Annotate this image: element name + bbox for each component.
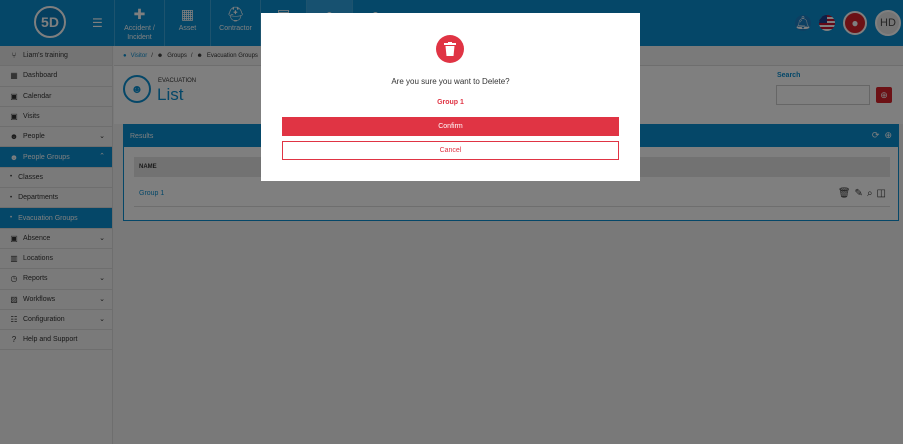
trash-icon xyxy=(436,35,464,63)
confirm-button[interactable]: Confirm xyxy=(282,117,619,136)
delete-confirm-modal: Are you sure you want to Delete? Group 1… xyxy=(261,13,640,181)
trash-icon-svg xyxy=(444,42,456,56)
modal-item-name: Group 1 xyxy=(437,99,464,106)
modal-message: Are you sure you want to Delete? xyxy=(391,77,510,86)
cancel-button[interactable]: Cancel xyxy=(282,141,619,160)
